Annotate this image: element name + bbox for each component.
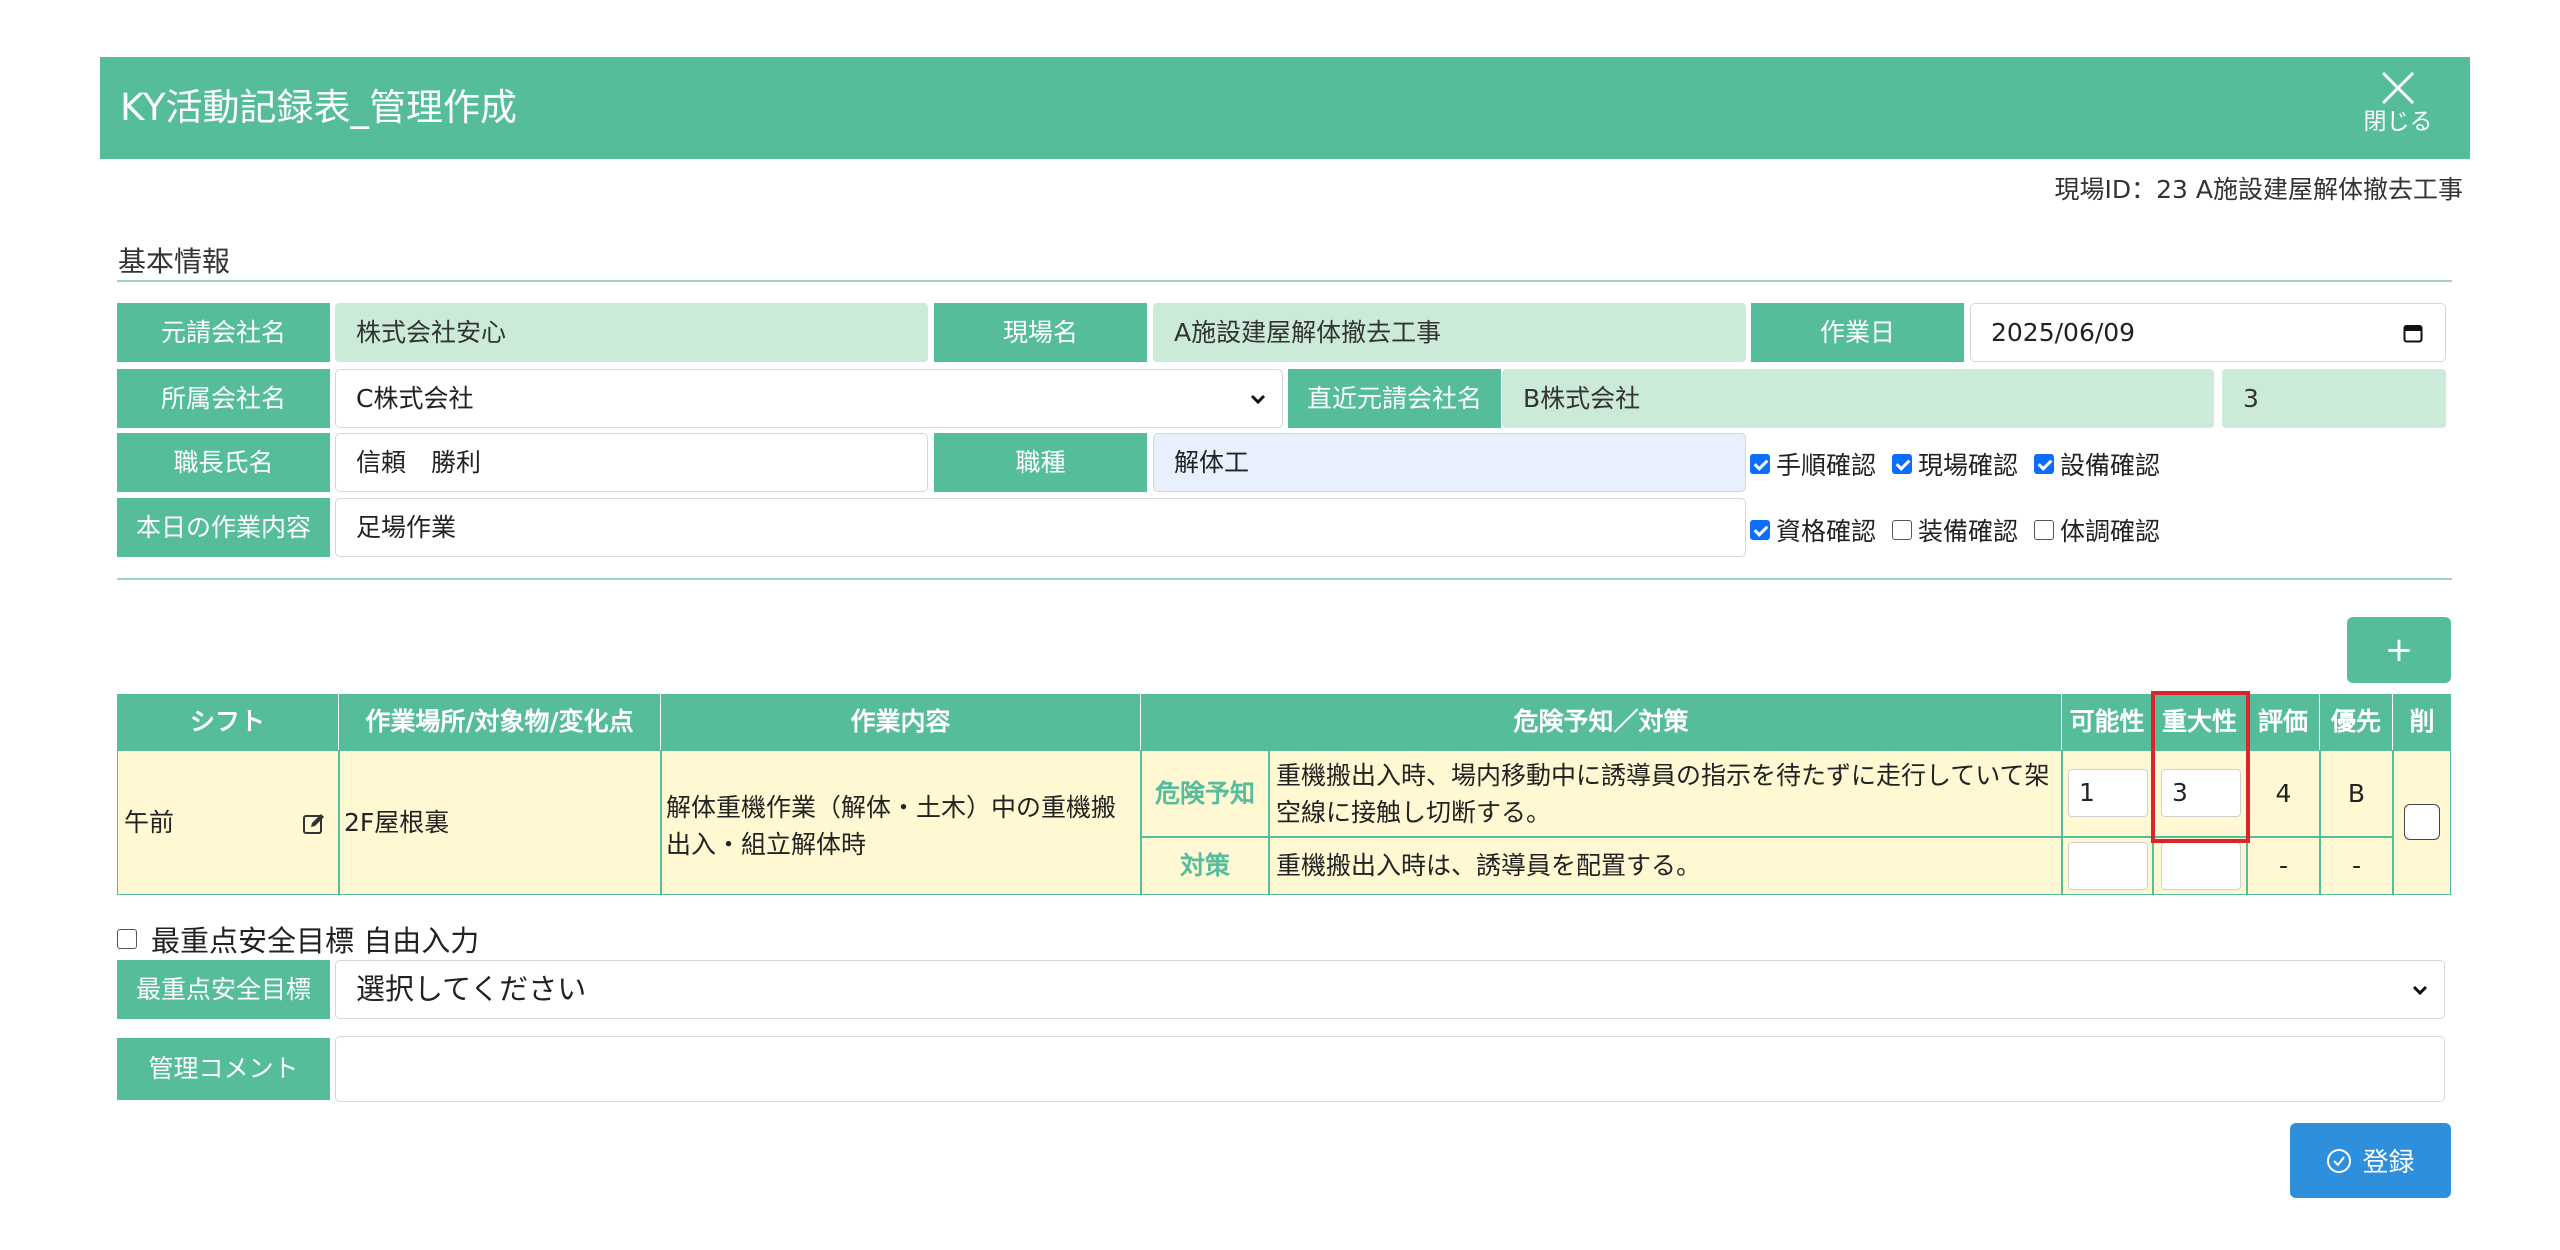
highlight-severity-column — [2151, 691, 2250, 843]
affiliated-company-value: C株式会社 — [356, 384, 474, 413]
possibility-input[interactable]: 1 — [2068, 769, 2148, 817]
evaluation-value: 4 — [2247, 750, 2320, 837]
section-title-basic-info: 基本情報 — [118, 245, 231, 278]
site-id: 現場ID：23 A施設建屋解体撤去工事 — [2054, 175, 2464, 204]
checkbox-checked[interactable] — [1892, 454, 1913, 474]
comment-label: 管理コメント — [117, 1038, 330, 1100]
checkbox-checked[interactable] — [1750, 520, 1770, 540]
top-goal-label: 最重点安全目標 — [117, 960, 330, 1019]
checks-row-2: 資格確認 装備確認 体調確認 — [1750, 512, 2176, 548]
td-delete — [2393, 750, 2451, 895]
divider — [117, 280, 2452, 282]
check-label: 設備確認 — [2060, 451, 2161, 480]
site-name-label: 現場名 — [934, 303, 1147, 362]
check-label: 手順確認 — [1776, 451, 1877, 480]
work-date-label: 作業日 — [1751, 303, 1964, 362]
top-goal-select[interactable]: 選択してください — [335, 960, 2445, 1019]
close-button[interactable]: 閉じる — [2358, 67, 2438, 153]
affiliated-company-label: 所属会社名 — [117, 369, 330, 428]
prime-contractor-label: 元請会社名 — [117, 303, 330, 362]
th-shift: シフト — [117, 694, 339, 750]
measure-priority: - — [2320, 837, 2393, 895]
th-delete: 削 — [2393, 694, 2451, 750]
modal-title: KY活動記録表_管理作成 — [120, 86, 518, 129]
td-location: 2F屋根裏 — [339, 750, 661, 895]
job-type-input[interactable]: 解体工 — [1153, 433, 1746, 492]
check-equipment[interactable]: 設備確認 — [2034, 446, 2160, 482]
divider — [117, 578, 2452, 580]
shift-value: 午前 — [124, 808, 175, 837]
work-date-value: 2025/06/09 — [1991, 318, 2136, 347]
check-label: 資格確認 — [1776, 517, 1877, 546]
measure-severity-input[interactable] — [2161, 842, 2241, 890]
chevron-down-icon — [2412, 985, 2428, 995]
checkbox-checked[interactable] — [1750, 454, 1770, 474]
measure-possibility-input[interactable] — [2068, 842, 2148, 890]
measure-label: 対策 — [1141, 837, 1269, 895]
free-input-label: 最重点安全目標 自由入力 — [151, 924, 480, 958]
checkbox-unchecked[interactable] — [1892, 520, 1913, 540]
job-type-label: 職種 — [934, 433, 1147, 492]
work-content-input[interactable]: 足場作業 — [335, 498, 1746, 557]
td-measure-text: 重機搬出入時は、誘導員を配置する。 — [1269, 837, 2062, 895]
register-label: 登録 — [2362, 1148, 2415, 1178]
chevron-down-icon — [1250, 394, 1266, 404]
checks-row-1: 手順確認 現場確認 設備確認 — [1750, 446, 2176, 482]
close-label: 閉じる — [2363, 109, 2433, 135]
delete-checkbox[interactable] — [2404, 804, 2440, 840]
td-danger-text: 重機搬出入時、場内移動中に誘導員の指示を待たずに走行していて架空線に接触し切断す… — [1269, 750, 2062, 837]
direct-prime-field: B株式会社 — [1502, 369, 2214, 428]
danger-label: 危険予知 — [1141, 750, 1269, 837]
checkbox-unchecked[interactable] — [2034, 520, 2055, 540]
edit-icon[interactable] — [302, 812, 326, 836]
location-value: 2F屋根裏 — [344, 808, 450, 837]
td-work: 解体重機作業（解体・土木）中の重機搬出入・組立解体時 — [661, 750, 1141, 895]
check-gear[interactable]: 装備確認 — [1892, 512, 2018, 548]
site-name-field: A施設建屋解体撤去工事 — [1153, 303, 1746, 362]
measure-evaluation: - — [2247, 837, 2320, 895]
checkbox-unchecked[interactable] — [117, 929, 137, 949]
work-value: 解体重機作業（解体・土木）中の重機搬出入・組立解体時 — [666, 793, 1117, 859]
top-goal-value: 選択してください — [356, 972, 587, 1006]
check-qualification[interactable]: 資格確認 — [1750, 512, 1876, 548]
calendar-icon[interactable] — [2403, 323, 2423, 343]
direct-prime-label: 直近元請会社名 — [1288, 369, 1501, 428]
check-label: 体調確認 — [2060, 517, 2161, 546]
affiliated-company-select[interactable]: C株式会社 — [335, 369, 1283, 428]
th-priority: 優先 — [2320, 694, 2393, 750]
work-content-label: 本日の作業内容 — [117, 498, 330, 557]
check-label: 現場確認 — [1918, 451, 2019, 480]
check-procedure[interactable]: 手順確認 — [1750, 446, 1876, 482]
register-button[interactable]: 登録 — [2290, 1123, 2451, 1198]
foreman-input[interactable]: 信頼 勝利 — [335, 433, 928, 492]
modal-header: KY活動記録表_管理作成 閉じる — [100, 57, 2470, 159]
danger-text: 重機搬出入時、場内移動中に誘導員の指示を待たずに走行していて架空線に接触し切断す… — [1276, 761, 2050, 827]
check-site[interactable]: 現場確認 — [1892, 446, 2018, 482]
add-row-button[interactable]: + — [2347, 617, 2451, 683]
check-health[interactable]: 体調確認 — [2034, 512, 2160, 548]
th-work: 作業内容 — [661, 694, 1141, 750]
th-danger: 危険予知／対策 — [1141, 694, 2062, 750]
comment-input[interactable] — [335, 1036, 2445, 1102]
prime-contractor-field: 株式会社安心 — [335, 303, 928, 362]
th-evaluation: 評価 — [2247, 694, 2320, 750]
free-input-toggle[interactable]: 最重点安全目標 自由入力 — [117, 918, 479, 960]
check-circle-icon — [2327, 1148, 2352, 1173]
direct-prime-code: 3 — [2222, 369, 2446, 428]
th-location: 作業場所/対象物/変化点 — [339, 694, 661, 750]
priority-value: B — [2320, 750, 2393, 837]
work-date-input[interactable]: 2025/06/09 — [1970, 303, 2446, 362]
close-icon — [2381, 71, 2415, 105]
check-label: 装備確認 — [1918, 517, 2019, 546]
checkbox-checked[interactable] — [2034, 454, 2055, 474]
measure-text: 重機搬出入時は、誘導員を配置する。 — [1276, 851, 1702, 880]
td-shift: 午前 — [117, 750, 339, 895]
th-possibility: 可能性 — [2062, 694, 2153, 750]
foreman-label: 職長氏名 — [117, 433, 330, 492]
